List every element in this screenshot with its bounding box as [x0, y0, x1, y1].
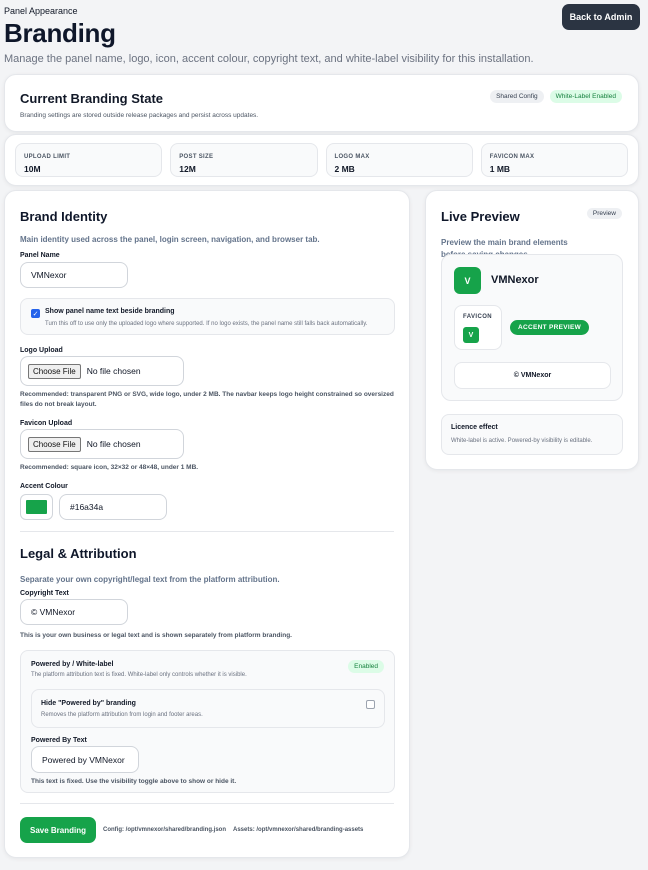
copyright-label: Copyright Text — [20, 590, 69, 597]
copyright-preview: © VMNexor — [454, 362, 611, 389]
logo-upload-label: Logo Upload — [20, 347, 63, 354]
limit-label: POST SIZE — [179, 154, 214, 160]
legal-subtitle: Separate your own copyright/legal text f… — [20, 575, 280, 584]
favicon-file-input[interactable]: Choose File No file chosen — [20, 429, 184, 459]
page-subtitle: Manage the panel name, logo, icon, accen… — [4, 53, 534, 65]
live-preview-card: Live Preview Preview Preview the main br… — [425, 190, 639, 470]
limit-logo-max: LOGO MAX 2 MB — [325, 143, 473, 177]
powered-enabled-badge: Enabled — [348, 660, 384, 673]
page-title: Branding — [4, 18, 116, 48]
accent-colour-label: Accent Colour — [20, 483, 68, 490]
accent-preview-button: ACCENT PREVIEW — [510, 320, 590, 335]
hide-powered-checkbox[interactable] — [366, 700, 375, 709]
panel-name-label: Panel Name — [20, 252, 60, 259]
shared-config-badge: Shared Config — [490, 90, 544, 103]
legal-title: Legal & Attribution — [20, 546, 137, 561]
limit-value: 1 MB — [489, 164, 511, 174]
show-name-label: Show panel name text beside branding — [45, 308, 175, 315]
limit-value: 10M — [24, 164, 41, 174]
limit-upload: UPLOAD LIMIT 10M — [15, 143, 163, 177]
storage-paths: Config: /opt/vmnexor/shared/branding.jso… — [103, 827, 363, 833]
back-to-admin-button[interactable]: Back to Admin — [562, 4, 640, 30]
brand-logo-tile: V — [454, 267, 481, 294]
state-badges: Shared Config White-Label Enabled — [490, 90, 622, 103]
logo-file-status: No file chosen — [86, 366, 141, 376]
brand-identity-title: Brand Identity — [20, 209, 108, 224]
logo-choose-file-button[interactable]: Choose File — [28, 363, 81, 379]
powered-by-title: Powered by / White-label — [31, 661, 114, 668]
powered-text-hint: This text is fixed. Use the visibility t… — [31, 778, 237, 785]
favicon-file-status: No file chosen — [86, 439, 141, 449]
section-divider — [20, 531, 394, 532]
brand-identity-subtitle: Main identity used across the panel, log… — [20, 235, 320, 244]
limit-value: 12M — [179, 164, 196, 174]
assets-path: Assets: /opt/vmnexor/shared/branding-ass… — [233, 827, 364, 833]
licence-description: White-label is active. Powered-by visibi… — [451, 438, 593, 444]
upload-limits-card: UPLOAD LIMIT 10M POST SIZE 12M LOGO MAX … — [4, 134, 639, 186]
page-header: Panel Appearance Branding Manage the pan… — [4, 6, 534, 65]
live-preview-title: Live Preview — [441, 209, 520, 224]
accent-swatch — [26, 500, 47, 514]
powered-text-label: Powered By Text — [31, 737, 87, 744]
save-branding-button[interactable]: Save Branding — [20, 817, 96, 843]
footer-divider — [20, 803, 394, 804]
favicon-choose-file-button[interactable]: Choose File — [28, 436, 81, 452]
show-name-option[interactable]: ✓ Show panel name text beside branding T… — [20, 298, 395, 335]
favicon-tile: V — [463, 327, 479, 343]
licence-effect-panel: Licence effect White-label is active. Po… — [441, 414, 623, 455]
branding-form-card: Brand Identity Main identity used across… — [4, 190, 410, 858]
logo-hint: Recommended: transparent PNG or SVG, wid… — [20, 391, 394, 408]
copyright-input[interactable]: © VMNexor — [20, 599, 128, 625]
powered-text-input[interactable]: Powered by VMNexor — [31, 746, 139, 773]
hide-powered-hint: Removes the platform attribution from lo… — [41, 712, 203, 718]
favicon-upload-label: Favicon Upload — [20, 420, 73, 427]
limit-label: LOGO MAX — [334, 154, 370, 160]
logo-file-input[interactable]: Choose File No file chosen — [20, 356, 184, 386]
white-label-badge: White-Label Enabled — [549, 90, 622, 103]
config-path: Config: /opt/vmnexor/shared/branding.jso… — [103, 827, 227, 833]
brand-preview-panel: V VMNexor FAVICON V ACCENT PREVIEW © VMN… — [441, 254, 623, 401]
brand-name: VMNexor — [491, 274, 539, 286]
panel-name-input[interactable]: VMNexor — [20, 262, 128, 288]
hide-powered-label: Hide "Powered by" branding — [41, 700, 136, 707]
accent-color-picker[interactable] — [20, 494, 53, 520]
favicon-label: FAVICON — [463, 314, 493, 320]
limit-post-size: POST SIZE 12M — [170, 143, 318, 177]
favicon-hint: Recommended: square icon, 32×32 or 48×48… — [20, 464, 199, 471]
branding-state-card: Current Branding State Branding settings… — [4, 74, 639, 132]
limit-label: FAVICON MAX — [489, 154, 535, 160]
favicon-preview: FAVICON V — [454, 305, 502, 350]
accent-hex-input[interactable]: #16a34a — [59, 494, 167, 520]
show-name-hint: Turn this off to use only the uploaded l… — [45, 321, 368, 327]
show-name-checkbox[interactable]: ✓ — [31, 309, 40, 318]
licence-title: Licence effect — [451, 424, 498, 431]
limit-label: UPLOAD LIMIT — [24, 154, 71, 160]
limit-value: 2 MB — [334, 164, 355, 174]
copyright-hint: This is your own business or legal text … — [20, 632, 292, 639]
preview-badge: Preview — [586, 208, 622, 219]
hide-powered-option[interactable]: Hide "Powered by" branding Removes the p… — [31, 689, 385, 728]
state-description: Branding settings are stored outside rel… — [20, 112, 259, 119]
limit-favicon-max: FAVICON MAX 1 MB — [480, 143, 628, 177]
breadcrumb: Panel Appearance — [4, 6, 78, 16]
powered-by-description: The platform attribution text is fixed. … — [31, 672, 247, 678]
powered-by-panel: Powered by / White-label Enabled The pla… — [20, 650, 395, 793]
